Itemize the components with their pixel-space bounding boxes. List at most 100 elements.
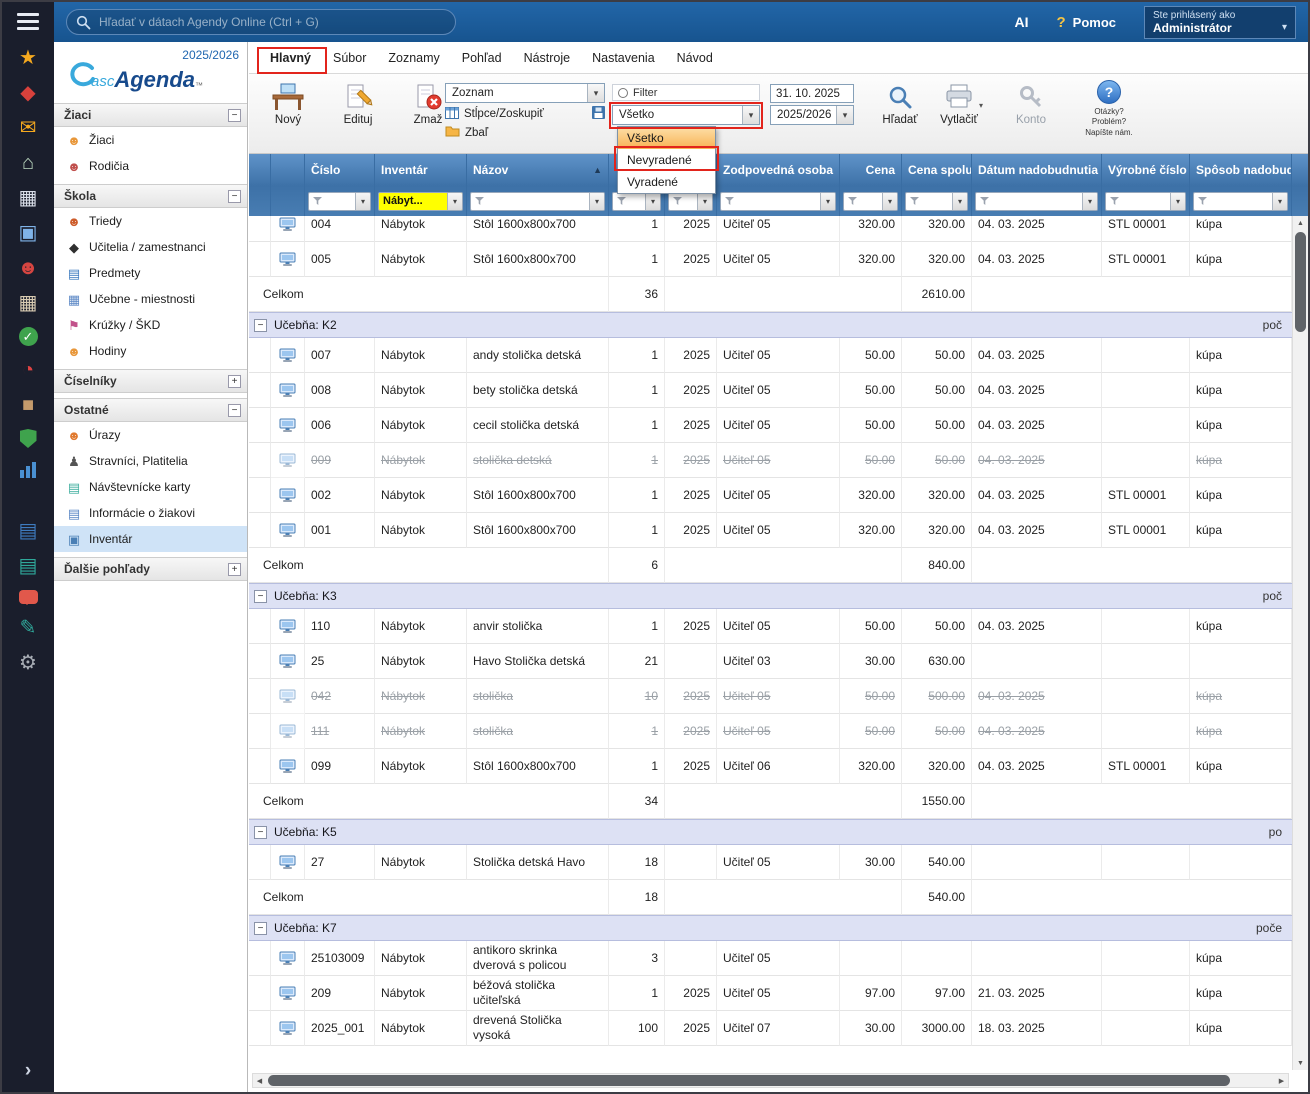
col-header-datum[interactable]: Dátum nadobudnutia: [972, 154, 1102, 186]
shield-icon[interactable]: [20, 429, 37, 448]
menu-item-nastavenia[interactable]: Nastavenia: [581, 51, 666, 65]
table-row[interactable]: 209Nábytokbéžová stolička učiteľská12025…: [249, 976, 1292, 1011]
table-row[interactable]: 004NábytokStôl 1600x800x70012025Učiteľ 0…: [249, 216, 1292, 242]
chat-icon[interactable]: [19, 590, 38, 604]
chevron-down-icon[interactable]: [645, 193, 660, 210]
ai-button[interactable]: AI: [1014, 14, 1028, 30]
hamburger-menu-icon[interactable]: [17, 13, 39, 30]
home-icon[interactable]: ⌂: [16, 152, 40, 174]
section-toggle-icon[interactable]: −: [228, 109, 241, 122]
sidebar-item-rodičia[interactable]: ☻Rodičia: [54, 153, 247, 179]
table-row[interactable]: 008Nábytokbety stolička detská12025Učite…: [249, 373, 1292, 408]
column-filter-vyrobne[interactable]: [1105, 192, 1186, 211]
chevron-down-icon[interactable]: [447, 193, 462, 210]
person-icon[interactable]: ☻: [16, 257, 40, 279]
radio-icon[interactable]: [618, 88, 628, 98]
chevron-down-icon[interactable]: [1272, 193, 1287, 210]
sidebar-item-triedy[interactable]: ☻Triedy: [54, 208, 247, 234]
column-filter-osoba[interactable]: [720, 192, 836, 211]
sidebar-section-ostatné[interactable]: Ostatné−: [54, 398, 247, 422]
horizontal-scroll-thumb[interactable]: [268, 1075, 1230, 1086]
sidebar-item-informácie-o-žiakovi[interactable]: ▤Informácie o žiakovi: [54, 500, 247, 526]
col-header-vyrobne[interactable]: Výrobné číslo: [1102, 154, 1190, 186]
chevron-down-icon[interactable]: [742, 106, 759, 124]
collapse-group-icon[interactable]: −: [254, 590, 267, 603]
questions-button[interactable]: ? Otázky? Problém? Napíšte nám.: [1076, 80, 1142, 138]
menu-item-súbor[interactable]: Súbor: [322, 51, 377, 65]
table-row[interactable]: 099NábytokStôl 1600x800x70012025Učiteľ 0…: [249, 749, 1292, 784]
sidebar-item-učebne-miestnosti[interactable]: ▦Učebne - miestnosti: [54, 286, 247, 312]
library-books-icon[interactable]: ▤: [16, 520, 40, 542]
col-header-osoba[interactable]: Zodpovedná osoba: [717, 154, 840, 186]
table-row[interactable]: 2025_001Nábytokdrevená Stolička vysoká10…: [249, 1011, 1292, 1046]
sidebar-item-krúžky-škd[interactable]: ⚑Krúžky / ŠKD: [54, 312, 247, 338]
scroll-right-icon[interactable]: [1275, 1074, 1288, 1087]
table-row[interactable]: 110Nábytokanvir stolička12025Učiteľ 0550…: [249, 609, 1292, 644]
section-toggle-icon[interactable]: −: [228, 404, 241, 417]
table-row[interactable]: 25NábytokHavo Stolička detská21Učiteľ 03…: [249, 644, 1292, 679]
menu-item-pohľad[interactable]: Pohľad: [451, 51, 513, 65]
column-filter-sposob[interactable]: [1193, 192, 1288, 211]
column-filter-rok[interactable]: [668, 192, 713, 211]
search-button[interactable]: Hľadať: [871, 82, 929, 126]
pen-icon[interactable]: ✎: [16, 617, 40, 639]
filter-radio[interactable]: Filter: [612, 84, 760, 101]
column-filter-pocet[interactable]: [612, 192, 661, 211]
sidebar-section-škola[interactable]: Škola−: [54, 184, 247, 208]
sidebar-item-učitelia-zamestnanci[interactable]: ◆Učitelia / zamestnanci: [54, 234, 247, 260]
year-select[interactable]: 2025/2026: [770, 105, 854, 125]
chart-icon[interactable]: [16, 461, 40, 478]
rocket-icon[interactable]: ◆: [16, 82, 40, 104]
global-search-input[interactable]: [66, 9, 456, 35]
save-icon[interactable]: [592, 106, 605, 122]
filter-select[interactable]: Všetko: [612, 105, 760, 125]
column-filter-datum[interactable]: [975, 192, 1098, 211]
favorites-star-icon[interactable]: ★: [16, 47, 40, 69]
chevron-down-icon[interactable]: [820, 193, 835, 210]
menu-item-zoznamy[interactable]: Zoznamy: [377, 51, 450, 65]
list-type-select[interactable]: Zoznam: [445, 83, 605, 103]
account-menu[interactable]: Ste prihlásený ako Administrátor: [1144, 6, 1296, 39]
chevron-down-icon[interactable]: [589, 193, 604, 210]
col-header-cena_spolu[interactable]: Cena spolu: [902, 154, 972, 186]
planner-icon[interactable]: ▦: [16, 292, 40, 314]
table-row[interactable]: 25103009Nábytokantikoro skrinka dverová …: [249, 941, 1292, 976]
chevron-down-icon[interactable]: [697, 193, 712, 210]
chevron-down-icon[interactable]: [952, 193, 967, 210]
collapse-group-icon[interactable]: −: [254, 922, 267, 935]
messages-envelope-icon[interactable]: ✉: [16, 117, 40, 139]
expand-rail-icon[interactable]: ›: [25, 1060, 31, 1082]
account-button[interactable]: Konto: [1002, 82, 1060, 126]
filter-option-nevyradené[interactable]: Nevyradené: [618, 149, 715, 171]
sidebar-section-ďalšie-pohľady[interactable]: Ďalšie pohľady+: [54, 557, 247, 581]
sidebar-item-žiaci[interactable]: ☻Žiaci: [54, 127, 247, 153]
sidebar-item-predmety[interactable]: ▤Predmety: [54, 260, 247, 286]
table-row[interactable]: 002NábytokStôl 1600x800x70012025Učiteľ 0…: [249, 478, 1292, 513]
filter-option-všetko[interactable]: Všetko: [618, 127, 715, 149]
chevron-down-icon[interactable]: [882, 193, 897, 210]
help-button[interactable]: ? Pomoc: [1056, 14, 1116, 31]
edit-button[interactable]: Edituj: [329, 82, 387, 126]
section-toggle-icon[interactable]: +: [228, 563, 241, 576]
column-filter-cena[interactable]: [843, 192, 898, 211]
menu-item-návod[interactable]: Návod: [666, 51, 724, 65]
scroll-up-icon[interactable]: [1293, 216, 1308, 230]
clock-icon[interactable]: ◔: [16, 359, 40, 381]
scroll-left-icon[interactable]: [253, 1074, 266, 1087]
global-search[interactable]: [66, 9, 456, 35]
chevron-down-icon[interactable]: ▾: [979, 101, 983, 110]
columns-group-button[interactable]: Stĺpce/Zoskupiť: [445, 106, 605, 122]
column-filter-cena_spolu[interactable]: [905, 192, 968, 211]
col-header-cena[interactable]: Cena: [840, 154, 902, 186]
table-row[interactable]: 005NábytokStôl 1600x800x70012025Učiteľ 0…: [249, 242, 1292, 277]
col-header-nazov[interactable]: Názov▲: [467, 154, 609, 186]
new-button[interactable]: Nový: [259, 82, 317, 126]
sidebar-item-návštevnícke-karty[interactable]: ▤Návštevnícke karty: [54, 474, 247, 500]
devices-monitor-icon[interactable]: ▣: [16, 222, 40, 244]
col-header-inventar[interactable]: Inventár: [375, 154, 467, 186]
check-icon[interactable]: ✓: [19, 327, 38, 346]
calendar-icon[interactable]: ▦: [16, 187, 40, 209]
sidebar-item-inventár[interactable]: ▣Inventár: [54, 526, 247, 552]
column-filter-nazov[interactable]: [470, 192, 605, 211]
collapse-button[interactable]: Zbaľ: [445, 125, 605, 140]
